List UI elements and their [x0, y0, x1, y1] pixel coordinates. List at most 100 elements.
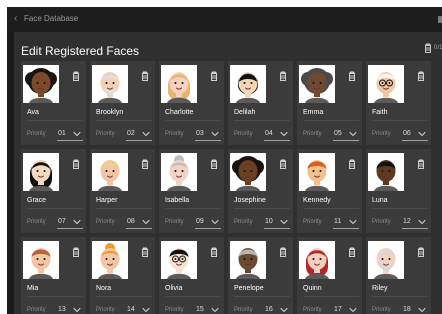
priority-select-value[interactable]: 11: [334, 217, 341, 226]
trash-icon[interactable]: [277, 158, 289, 170]
face-thumbnail[interactable]: [92, 65, 128, 103]
chevron-down-icon[interactable]: [349, 131, 357, 137]
chevron-down-icon[interactable]: [349, 219, 357, 225]
trash-icon[interactable]: [346, 70, 358, 82]
face-card[interactable]: Ava Priority 01: [21, 61, 86, 145]
face-card[interactable]: Harper Priority 08: [90, 149, 155, 233]
face-thumbnail[interactable]: [299, 65, 335, 103]
back-icon[interactable]: ‹: [14, 14, 24, 24]
trash-icon[interactable]: [139, 158, 151, 170]
priority-select-value[interactable]: 13: [58, 305, 66, 314]
face-card[interactable]: Emma Priority 05: [297, 61, 362, 145]
face-thumbnail[interactable]: [23, 65, 59, 103]
face-thumbnail[interactable]: [161, 241, 197, 279]
face-name: Brooklyn: [96, 109, 124, 116]
face-thumbnail[interactable]: [161, 153, 197, 191]
chevron-down-icon[interactable]: [73, 131, 81, 137]
trash-icon[interactable]: [70, 246, 82, 258]
face-thumbnail[interactable]: [92, 241, 128, 279]
trash-icon[interactable]: [70, 70, 82, 82]
face-card[interactable]: Kennedy Priority 11: [297, 149, 362, 233]
face-card[interactable]: Faith Priority 06: [366, 61, 431, 145]
priority-select-value[interactable]: 05: [334, 129, 342, 138]
avatar-image: [230, 153, 266, 191]
face-thumbnail[interactable]: [230, 241, 266, 279]
priority-select-value[interactable]: 15: [196, 305, 204, 314]
trash-icon[interactable]: [346, 158, 358, 170]
priority-select-value[interactable]: 14: [127, 305, 135, 314]
face-thumbnail[interactable]: [368, 65, 404, 103]
face-card[interactable]: Luna Priority 12: [366, 149, 431, 233]
face-card[interactable]: Grace Priority 07: [21, 149, 86, 233]
priority-select-value[interactable]: 06: [403, 129, 411, 138]
chevron-down-icon[interactable]: [142, 131, 150, 137]
trash-icon[interactable]: [139, 70, 151, 82]
trash-icon[interactable]: [277, 246, 289, 258]
chevron-down-icon[interactable]: [142, 307, 150, 313]
chevron-down-icon[interactable]: [211, 219, 219, 225]
priority-select-value[interactable]: 02: [127, 129, 135, 138]
chevron-down-icon[interactable]: [211, 307, 219, 313]
trash-icon[interactable]: [208, 246, 220, 258]
face-card[interactable]: Riley Priority 18: [366, 237, 431, 314]
face-card[interactable]: Quinn Priority 17: [297, 237, 362, 314]
chevron-down-icon[interactable]: [142, 219, 150, 225]
priority-select-value[interactable]: 12: [403, 217, 411, 226]
chevron-down-icon[interactable]: [280, 307, 288, 313]
priority-select-value[interactable]: 07: [58, 217, 66, 226]
face-thumbnail[interactable]: [23, 153, 59, 191]
priority-select-value[interactable]: 04: [265, 129, 273, 138]
face-thumbnail[interactable]: [230, 153, 266, 191]
trash-icon[interactable]: [277, 70, 289, 82]
priority-select-value[interactable]: 18: [403, 305, 411, 314]
chevron-down-icon[interactable]: [280, 131, 288, 137]
card-divider: [96, 208, 152, 209]
trash-icon[interactable]: [208, 158, 220, 170]
chevron-down-icon[interactable]: [211, 131, 219, 137]
left-gutter: [7, 32, 14, 314]
chevron-down-icon[interactable]: [418, 219, 426, 225]
face-card[interactable]: Olivia Priority 15: [159, 237, 224, 314]
priority-select-value[interactable]: 03: [196, 129, 204, 138]
face-card[interactable]: Mia Priority 13: [21, 237, 86, 314]
priority-select-value[interactable]: 10: [265, 217, 273, 226]
chevron-down-icon[interactable]: [73, 219, 81, 225]
trash-icon[interactable]: [346, 246, 358, 258]
chevron-down-icon[interactable]: [73, 307, 81, 313]
selected-count: 0/18: [434, 45, 442, 51]
face-thumbnail[interactable]: [23, 241, 59, 279]
face-thumbnail[interactable]: [230, 65, 266, 103]
chevron-down-icon[interactable]: [280, 219, 288, 225]
priority-select-value[interactable]: 08: [127, 217, 135, 226]
face-card[interactable]: Brooklyn Priority 02: [90, 61, 155, 145]
face-card[interactable]: Penelope Priority 16: [228, 237, 293, 314]
face-thumbnail[interactable]: [161, 65, 197, 103]
face-card[interactable]: Josephine Priority 10: [228, 149, 293, 233]
face-thumbnail[interactable]: [368, 153, 404, 191]
face-thumbnail[interactable]: [299, 241, 335, 279]
trash-icon[interactable]: [415, 158, 427, 170]
face-thumbnail[interactable]: [299, 153, 335, 191]
priority-underline: [333, 140, 359, 141]
trash-icon[interactable]: [208, 70, 220, 82]
trash-icon[interactable]: [415, 246, 427, 258]
trash-icon[interactable]: [70, 158, 82, 170]
priority-select-value[interactable]: 01: [58, 129, 66, 138]
priority-underline: [402, 140, 428, 141]
priority-label: Priority: [234, 219, 253, 225]
chevron-down-icon[interactable]: [418, 307, 426, 313]
chevron-down-icon[interactable]: [418, 131, 426, 137]
face-card[interactable]: Delilah Priority 04: [228, 61, 293, 145]
face-card[interactable]: Charlotte Priority 03: [159, 61, 224, 145]
trash-icon[interactable]: [139, 246, 151, 258]
face-card[interactable]: Nora Priority 14: [90, 237, 155, 314]
face-thumbnail[interactable]: [92, 153, 128, 191]
topbar-edge-control[interactable]: [438, 16, 442, 23]
face-thumbnail[interactable]: [368, 241, 404, 279]
chevron-down-icon[interactable]: [349, 307, 357, 313]
face-card[interactable]: Isabella Priority 09: [159, 149, 224, 233]
priority-select-value[interactable]: 09: [196, 217, 204, 226]
trash-icon[interactable]: [415, 70, 427, 82]
priority-select-value[interactable]: 16: [265, 305, 273, 314]
priority-select-value[interactable]: 17: [334, 305, 342, 314]
